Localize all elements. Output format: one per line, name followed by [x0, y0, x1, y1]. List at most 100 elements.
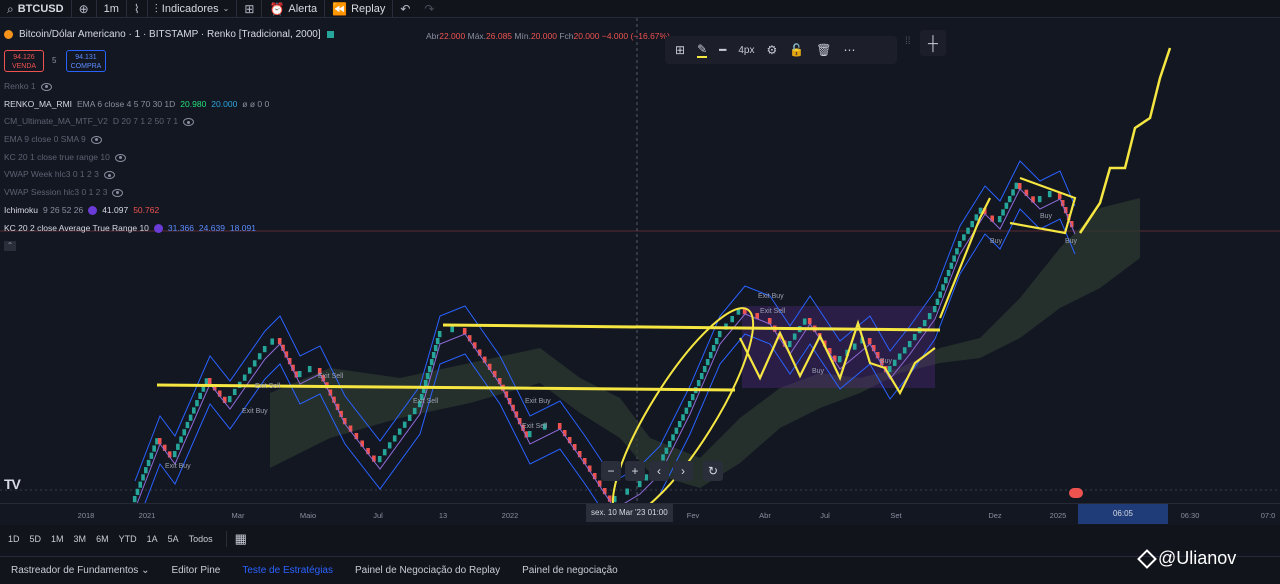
collapse-icon[interactable]: ⌃	[4, 241, 16, 252]
chart-title-row: Bitcoin/Dólar Americano · 1 · BITSTAMP ·…	[4, 29, 334, 40]
visibility-icon[interactable]	[40, 82, 52, 91]
legend-name: VWAP Week hlc3 0 1 2 3	[4, 169, 99, 180]
visibility-icon[interactable]	[114, 153, 126, 162]
bottom-panel-tabs: Rastreador de Fundamentos ⌄ Editor Pine Te…	[0, 556, 1280, 584]
legend-row-cm-ultimate[interactable]: CM_Ultimate_MA_MTF_V2 D 20 7 1 2 50 7 1	[4, 113, 269, 131]
crosshair-button[interactable]: ┼	[920, 30, 946, 56]
renko-brick	[952, 255, 956, 262]
time-tick: Dez	[988, 511, 1002, 520]
renko-brick	[425, 373, 430, 380]
line-width-icon[interactable]: ━	[719, 43, 726, 57]
scroll-right-button[interactable]: ›	[673, 461, 693, 481]
legend-row-renko[interactable]: Renko 1	[4, 78, 269, 96]
renko-brick	[407, 414, 412, 421]
renko-brick	[907, 341, 912, 348]
tab-painel-de-negocia-o[interactable]: Painel de negociação	[511, 565, 629, 576]
renko-brick	[705, 359, 710, 366]
high-value: 26.085	[486, 31, 513, 41]
renko-brick	[149, 452, 154, 459]
tab-editor-pine[interactable]: Editor Pine	[160, 565, 231, 576]
visibility-icon[interactable]	[103, 171, 115, 180]
legend-row-renko-ma-rmi[interactable]: RENKO_MA_RMI EMA 6 close 4 5 70 30 1D 20.9…	[4, 96, 269, 114]
settings-icon[interactable]: ⚙	[766, 43, 777, 57]
range-6m[interactable]: 6M	[91, 534, 114, 544]
range-1a[interactable]: 1A	[142, 534, 163, 544]
symbol-search[interactable]: ⌕ BTCUSD	[0, 0, 72, 17]
chart-signal-label: Buy	[880, 358, 893, 365]
range-todos[interactable]: Todos	[184, 534, 218, 544]
legend-collapse[interactable]: ⌃	[4, 237, 269, 255]
renko-brick	[664, 447, 669, 454]
legend-name: Ichimoku	[4, 204, 39, 215]
range-5a[interactable]: 5A	[163, 534, 184, 544]
interval-button[interactable]: 1m	[97, 0, 127, 17]
range-3m[interactable]: 3M	[69, 534, 92, 544]
renko-brick	[702, 366, 707, 373]
search-icon: ⌕	[7, 1, 14, 16]
symbol-logo-icon	[4, 30, 13, 39]
legend-row-ichimoku[interactable]: Ichimoku 9 26 52 26 41.097 50.762	[4, 202, 269, 220]
buy-button[interactable]: 94.131 COMPRA	[66, 50, 106, 72]
legend-row-vwap-session[interactable]: VWAP Session hlc3 0 1 2 3	[4, 184, 269, 202]
legend-row-ema[interactable]: EMA 9 close 0 SMA 9	[4, 131, 269, 149]
renko-brick	[867, 338, 872, 345]
legend-params: 9 26 52 26	[43, 204, 84, 215]
tab-teste-de-estrat-gias[interactable]: Teste de Estratégias	[231, 565, 344, 576]
renko-brick	[427, 366, 432, 373]
legend-row-kc2[interactable]: KC 20 2 close Average True Range 10 31.36…	[4, 220, 269, 238]
renko-brick	[232, 388, 237, 396]
tab-rastreador-de-fundamentos[interactable]: Rastreador de Fundamentos ⌄	[0, 565, 160, 576]
tab-painel-de-negocia-o-do-replay[interactable]: Painel de Negociação do Replay	[344, 565, 511, 576]
legend-value: 24.639	[198, 222, 225, 233]
renko-brick	[935, 298, 940, 305]
live-indicator[interactable]	[1069, 488, 1083, 498]
renko-brick	[377, 456, 382, 463]
calendar-icon[interactable]: ▦	[235, 531, 247, 547]
chart-type-button[interactable]: ⌇	[127, 0, 148, 17]
renko-brick	[671, 434, 675, 441]
renko-brick	[402, 421, 407, 428]
renko-brick	[1037, 196, 1042, 203]
visibility-icon[interactable]	[112, 188, 124, 197]
legend-name: Renko 1	[4, 81, 36, 91]
indicators-button[interactable]: ⫶ Indicadores ⌄	[148, 0, 238, 17]
renko-brick	[637, 481, 642, 488]
visibility-icon[interactable]	[183, 118, 195, 127]
reset-chart-button[interactable]: ↻	[703, 461, 723, 481]
scroll-left-button[interactable]: ‹	[649, 461, 669, 481]
crosshair-time-label: sex. 10 Mar '23 01:00	[586, 504, 673, 522]
drag-handle-icon[interactable]: ⁞⁞	[905, 36, 911, 47]
chart-signal-label: Buy	[1040, 213, 1053, 220]
zoom-out-button[interactable]: −	[601, 461, 621, 481]
redo-button[interactable]: ↷	[417, 0, 441, 17]
range-5d[interactable]: 5D	[25, 534, 47, 544]
alert-button[interactable]: ⏰ Alerta	[262, 0, 326, 17]
sell-button[interactable]: 94.126 VENDA	[4, 50, 44, 72]
legend-row-vwap-week[interactable]: VWAP Week hlc3 0 1 2 3	[4, 166, 269, 184]
template-icon[interactable]: ⊞	[675, 43, 685, 57]
renko-brick	[1017, 183, 1022, 190]
zoom-in-button[interactable]: +	[625, 461, 645, 481]
more-icon[interactable]: ⋯	[843, 43, 855, 57]
range-1m[interactable]: 1M	[46, 534, 69, 544]
replay-icon: ⏪	[332, 1, 348, 16]
pencil-icon[interactable]: ✎	[697, 42, 708, 58]
renko-brick	[277, 338, 282, 345]
range-1d[interactable]: 1D	[3, 534, 25, 544]
replay-label: Replay	[351, 2, 386, 15]
legend-row-kc1[interactable]: KC 20 1 close true range 10	[4, 149, 269, 167]
compare-button[interactable]: ⊕	[72, 0, 97, 17]
time-tick: Fev	[686, 511, 700, 520]
undo-button[interactable]: ↶	[393, 0, 417, 17]
renko-brick	[185, 421, 190, 429]
renko-brick	[944, 277, 948, 284]
range-ytd[interactable]: YTD	[114, 534, 142, 544]
line-width-label[interactable]: 4px	[738, 45, 754, 56]
time-tick: Mar	[231, 511, 245, 520]
trash-icon[interactable]: 🗑	[816, 43, 831, 57]
layouts-button[interactable]: ⊞	[237, 0, 263, 17]
renko-brick	[297, 371, 302, 378]
lock-icon[interactable]: 🔓	[789, 43, 804, 57]
replay-button[interactable]: ⏪ Replay	[325, 0, 394, 17]
visibility-icon[interactable]	[90, 135, 102, 144]
